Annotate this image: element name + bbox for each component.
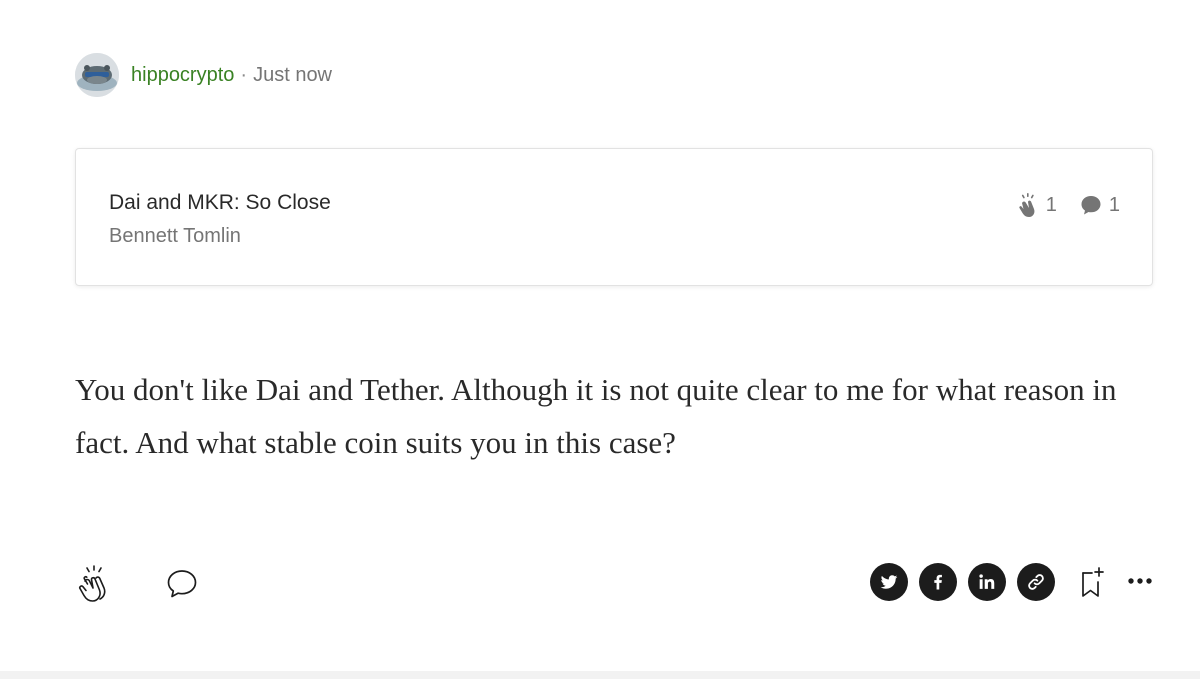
meta-separator: ·	[240, 63, 248, 86]
card-author: Bennett Tomlin	[109, 225, 241, 247]
card-stats: 1 1	[1014, 191, 1120, 219]
clap-count: 1	[1045, 193, 1057, 216]
timestamp: Just now	[253, 63, 333, 86]
response-icon	[1077, 191, 1105, 219]
author-link[interactable]: hippocrypto	[131, 64, 234, 87]
bottom-divider	[0, 671, 1200, 679]
link-icon	[1028, 574, 1044, 590]
share-linkedin-button[interactable]	[968, 563, 1006, 601]
twitter-icon	[880, 575, 898, 589]
post-header: hippocrypto · Just now	[75, 52, 332, 98]
comment-icon	[167, 570, 197, 598]
share-facebook-button[interactable]	[919, 563, 957, 601]
facebook-icon	[934, 574, 942, 590]
share-twitter-button[interactable]	[870, 563, 908, 601]
more-button[interactable]	[1126, 571, 1156, 596]
response-body: You don't like Dai and Tether. Although …	[75, 372, 1117, 460]
copy-link-button[interactable]	[1017, 563, 1055, 601]
avatar[interactable]	[75, 53, 119, 97]
response-count: 1	[1108, 193, 1120, 216]
clap-icon	[1014, 191, 1042, 219]
linkedin-icon	[979, 574, 995, 589]
bookmark-add-icon	[1082, 567, 1104, 597]
bookmark-button[interactable]	[1078, 566, 1108, 607]
clap-icon	[78, 565, 106, 602]
card-title: Dai and MKR: So Close	[109, 191, 331, 214]
parent-story-card[interactable]: Dai and MKR: So Close Bennett Tomlin 1 1	[75, 148, 1153, 286]
clap-button[interactable]	[74, 564, 116, 611]
action-bar	[0, 556, 1200, 612]
comment-button[interactable]	[163, 566, 201, 609]
more-icon	[1128, 578, 1152, 584]
